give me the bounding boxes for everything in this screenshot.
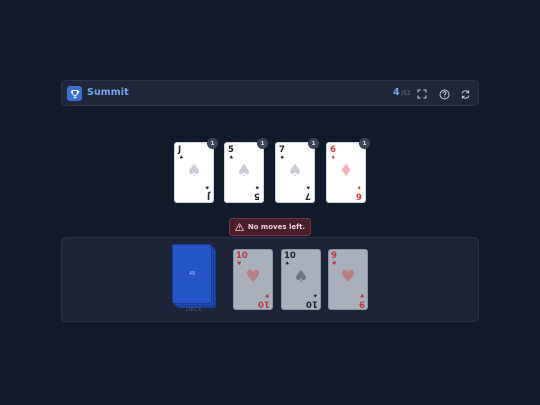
diamond-icon: ♦: [338, 161, 354, 181]
trophy-icon: [67, 86, 82, 101]
heart-icon: ♥: [340, 267, 356, 287]
fullscreen-icon: [417, 89, 427, 99]
card-rank: 9: [359, 298, 365, 308]
card-suit: ♥: [359, 292, 364, 298]
spade-icon: ♠: [293, 267, 309, 287]
card-rank: J: [178, 145, 182, 155]
peak-card-3[interactable]: 7 ♠ ♠ ♠ 7 1: [275, 138, 319, 203]
card-suit: ♠: [305, 184, 310, 190]
card-rank: 10: [306, 298, 318, 308]
card-rank: 10: [284, 251, 296, 261]
card-badge: 1: [308, 138, 319, 149]
fullscreen-button[interactable]: [414, 86, 430, 102]
hand-card-1[interactable]: 10 ♥ ♥ ♥ 10: [233, 249, 273, 310]
card-suit: ♠: [254, 184, 259, 190]
score-total: /52: [401, 90, 411, 97]
card-suit: ♥: [264, 292, 269, 298]
deck-label: DECK: [185, 307, 203, 313]
spade-icon: ♠: [186, 161, 202, 181]
deck-card[interactable]: 48: [172, 244, 212, 304]
card-suit: ♠: [285, 261, 290, 267]
score-value: 4: [393, 87, 400, 98]
help-button[interactable]: [436, 86, 452, 102]
top-bar: Summit 4 /52: [61, 80, 479, 106]
warning-icon: [234, 223, 244, 231]
card-rank: 6: [330, 145, 336, 155]
card-suit: ♠: [204, 184, 209, 190]
heart-icon: ♥: [245, 267, 261, 287]
peak-card-1[interactable]: J ♠ ♠ ♠ J 1: [174, 138, 218, 203]
card-rank: 7: [279, 145, 285, 155]
card-rank: 10: [236, 251, 248, 261]
card-rank: 5: [254, 190, 260, 200]
hand-card-3[interactable]: 9 ♥ ♥ ♥ 9: [328, 249, 368, 310]
status-message: No moves left.: [229, 218, 311, 236]
card-suit: ♥: [237, 261, 242, 267]
card-suit: ♠: [280, 155, 285, 161]
card-rank: 6: [356, 190, 362, 200]
peak-card-2[interactable]: 5 ♠ ♠ ♠ 5 1: [224, 138, 268, 203]
help-icon: [439, 89, 449, 99]
card-suit: ♦: [331, 155, 336, 161]
card-badge: 1: [257, 138, 268, 149]
card-rank: 9: [331, 251, 337, 261]
card-rank: 10: [258, 298, 270, 308]
spade-icon: ♠: [236, 161, 252, 181]
card-badge: 1: [359, 138, 370, 149]
card-suit: ♦: [356, 184, 361, 190]
card-suit: ♠: [312, 292, 317, 298]
restart-button[interactable]: [457, 86, 473, 102]
card-face: 10 ♥ ♥ ♥ 10: [233, 249, 273, 310]
hand-card-2[interactable]: 10 ♠ ♠ ♠ 10: [281, 249, 321, 310]
card-face: 10 ♠ ♠ ♠ 10: [281, 249, 321, 310]
card-suit: ♠: [179, 155, 184, 161]
card-face: 9 ♥ ♥ ♥ 9: [328, 249, 368, 310]
peak-card-4[interactable]: 6 ♦ ♦ ♦ 6 1: [326, 138, 370, 203]
card-badge: 1: [207, 138, 218, 149]
status-text: No moves left.: [247, 223, 306, 231]
card-suit: ♠: [229, 155, 234, 161]
card-suit: ♥: [332, 261, 337, 267]
card-rank: J: [206, 190, 210, 200]
card-rank: 5: [228, 145, 234, 155]
deck-count: 48: [188, 271, 196, 277]
restart-icon: [461, 89, 469, 99]
game-title: Summit: [87, 87, 129, 98]
card-rank: 7: [305, 190, 311, 200]
spade-icon: ♠: [287, 161, 303, 181]
